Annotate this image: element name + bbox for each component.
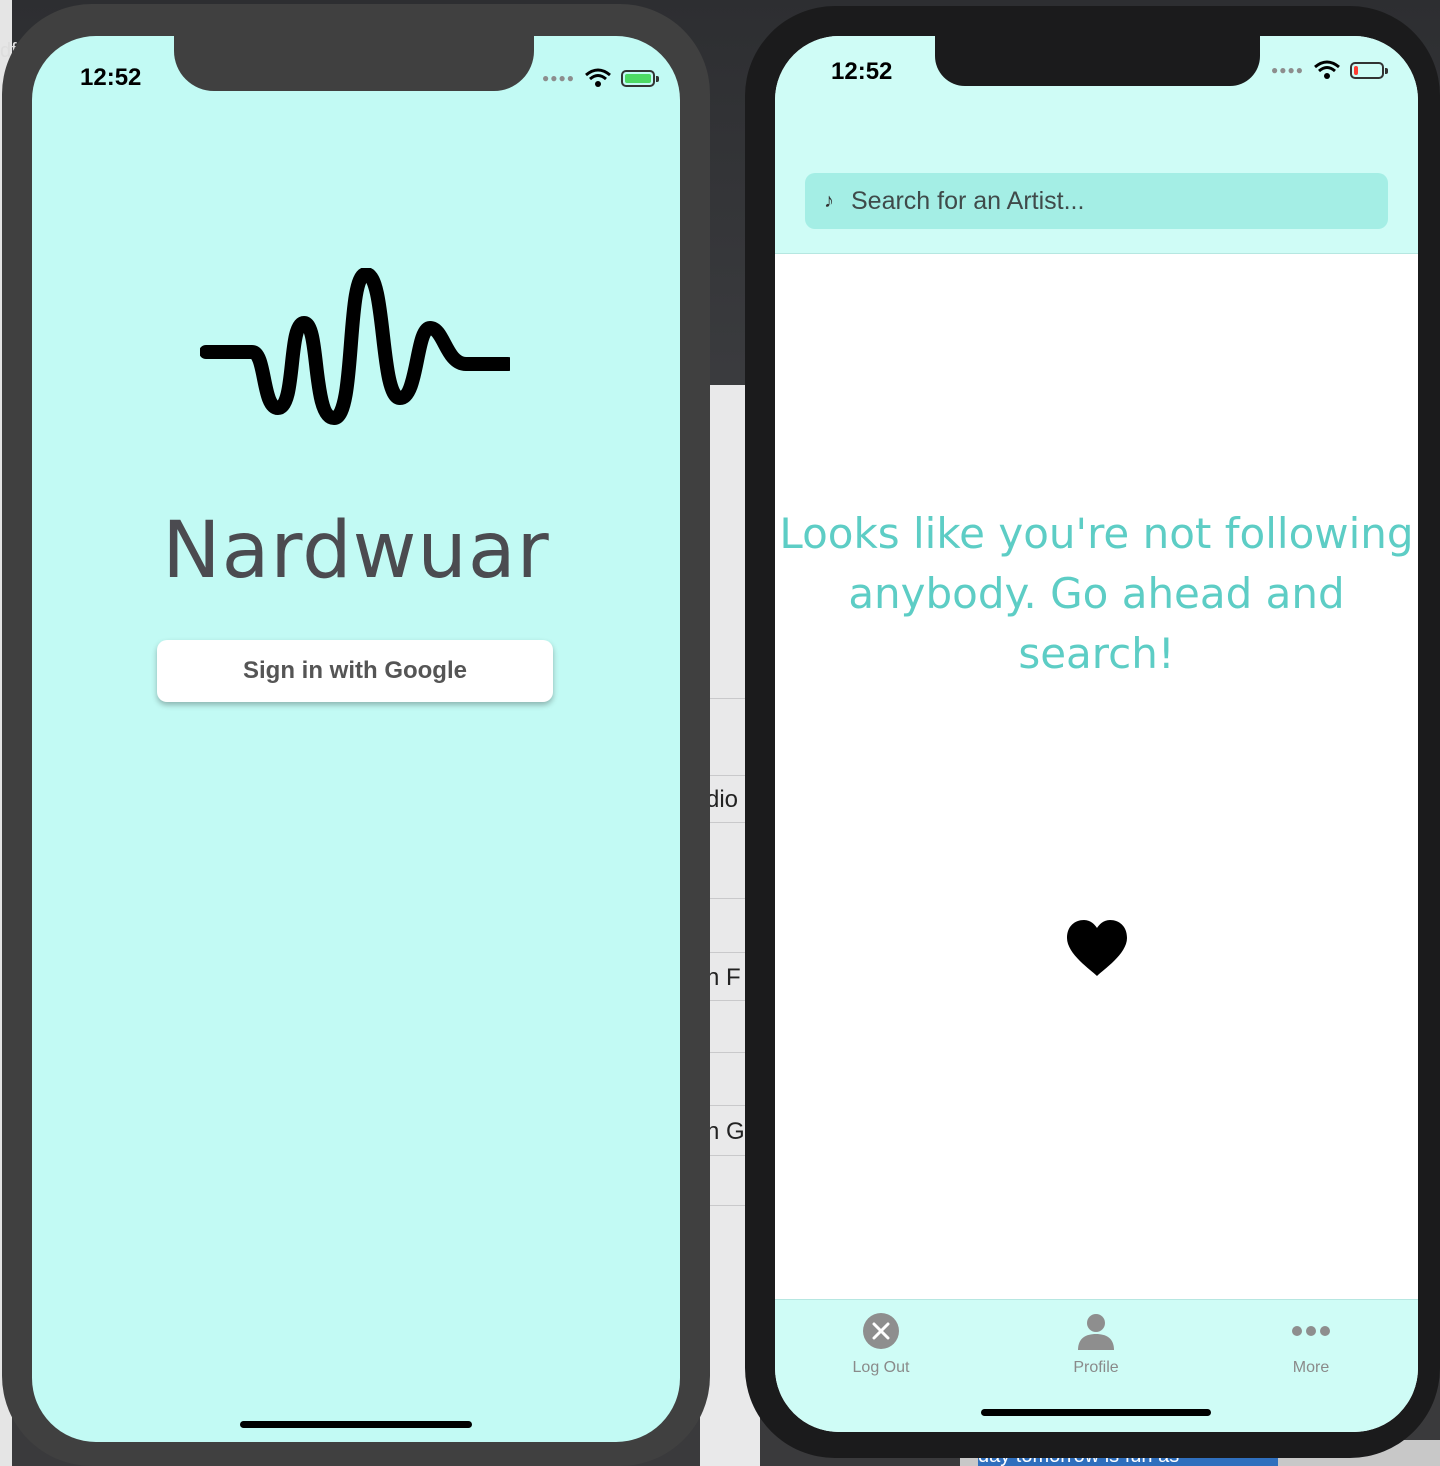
notch	[174, 36, 534, 91]
phone-login: 12:52 ●●●● Nardwuar Sign in with Google	[2, 4, 710, 1466]
tab-bar: Log Out Profile More	[775, 1299, 1418, 1432]
home-indicator[interactable]	[240, 1421, 472, 1428]
notch	[935, 36, 1260, 86]
login-screen: 12:52 ●●●● Nardwuar Sign in with Google	[32, 36, 680, 1442]
status-icons: ●●●●	[1271, 60, 1388, 80]
tab-label: Log Out	[852, 1359, 910, 1376]
signal-icon: ●●●●	[542, 71, 575, 85]
status-icons: ●●●●	[542, 68, 659, 88]
app-title: Nardwuar	[162, 506, 550, 596]
tab-label: Profile	[1073, 1359, 1119, 1376]
navigation-header: 12:52 ●●●● ♪	[775, 36, 1418, 254]
wifi-icon	[1314, 60, 1340, 79]
background-text-fragment: n F	[706, 964, 741, 991]
home-indicator[interactable]	[981, 1409, 1211, 1416]
wifi-icon	[585, 68, 611, 87]
soundwave-icon	[200, 268, 510, 425]
tab-log-out[interactable]: Log Out	[811, 1312, 951, 1377]
empty-following-message: Looks like you're not following anybody.…	[779, 509, 1414, 678]
battery-charging-icon	[621, 69, 659, 87]
artist-search-input[interactable]	[849, 185, 1373, 217]
background-text-fragment: dio	[706, 786, 739, 813]
background-text-fragment: n G	[706, 1118, 745, 1145]
tab-label: More	[1292, 1359, 1330, 1376]
tab-profile[interactable]: Profile	[1026, 1312, 1166, 1377]
tab-more[interactable]: More	[1241, 1312, 1381, 1377]
music-note-icon: ♪	[824, 189, 834, 212]
home-screen: 12:52 ●●●● ♪ Looks like you're not follo…	[775, 36, 1418, 1432]
phone-home: 12:52 ●●●● ♪ Looks like you're not follo…	[745, 6, 1440, 1458]
close-circle-icon	[863, 1313, 899, 1349]
sign-in-google-label: Sign in with Google	[243, 657, 467, 684]
person-icon	[1078, 1314, 1114, 1350]
battery-low-icon	[1350, 61, 1388, 79]
status-time: 12:52	[80, 64, 142, 91]
artist-search-bar[interactable]: ♪	[805, 173, 1388, 229]
more-dots-icon	[1292, 1326, 1330, 1336]
sign-in-google-button[interactable]: Sign in with Google	[157, 640, 553, 702]
heart-icon	[1067, 920, 1127, 976]
status-time: 12:52	[831, 58, 893, 85]
signal-icon: ●●●●	[1271, 63, 1304, 77]
